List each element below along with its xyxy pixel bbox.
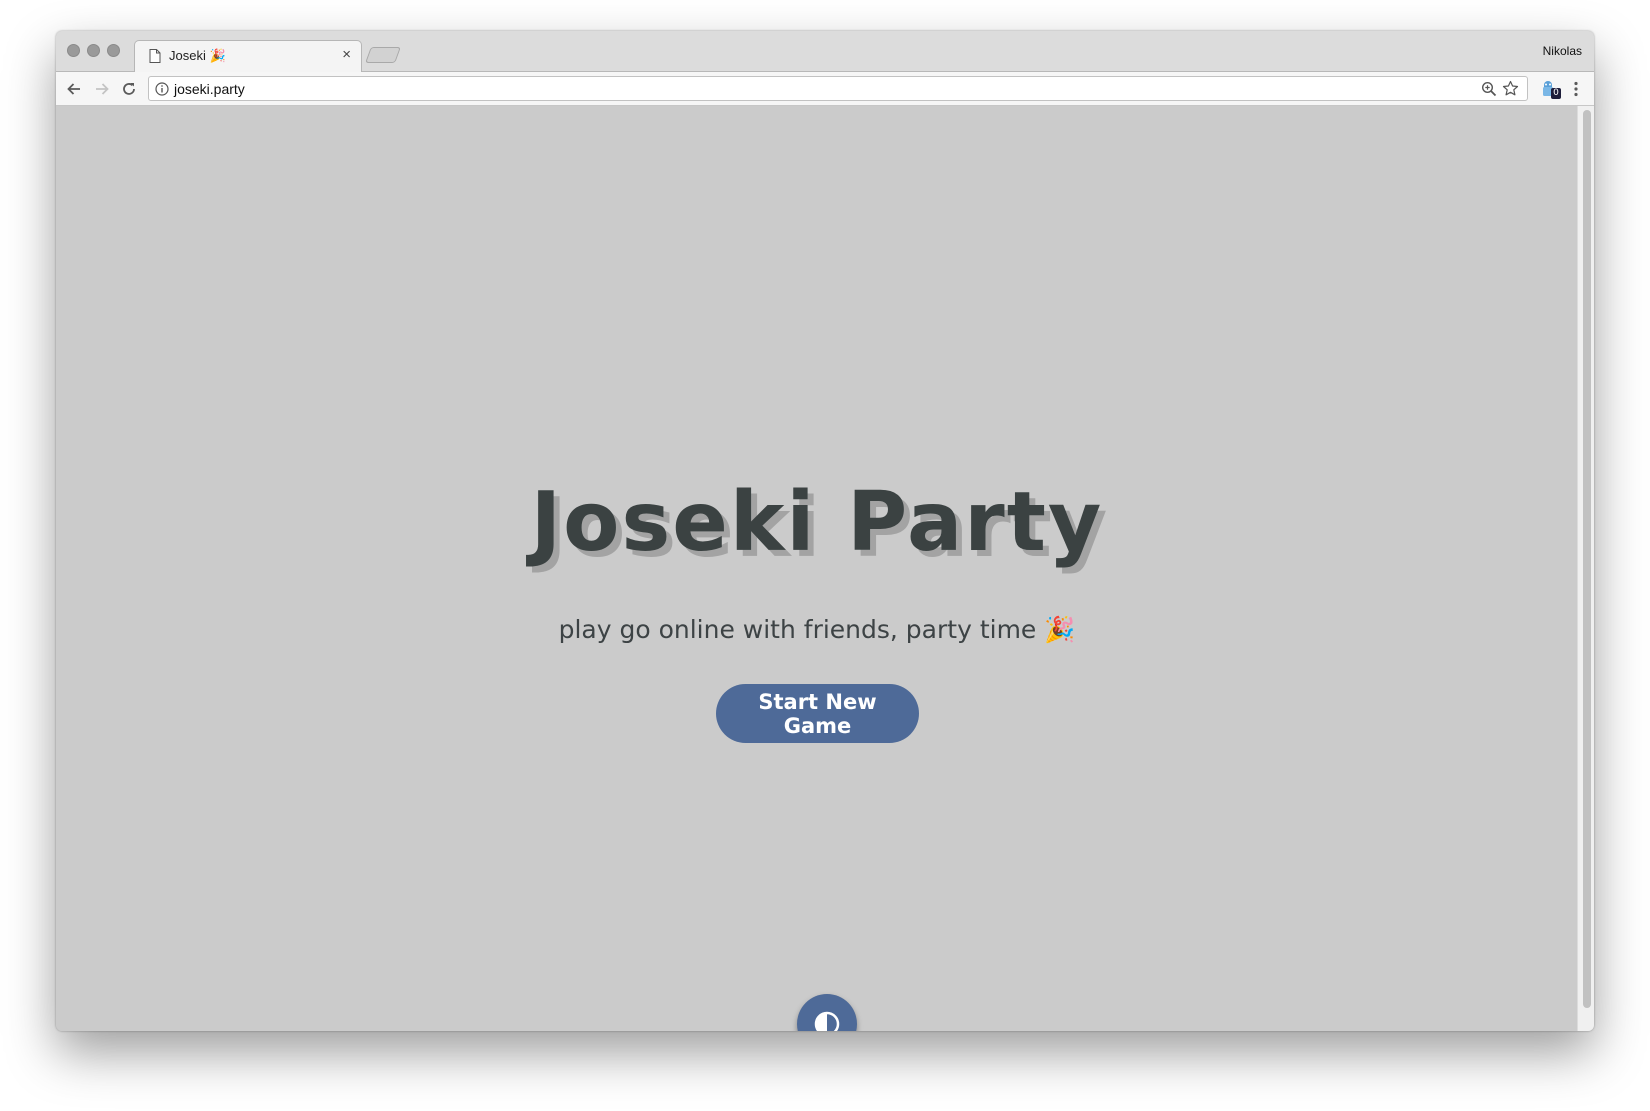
tab-close-icon[interactable]: × — [342, 46, 351, 63]
vertical-scrollbar[interactable] — [1577, 106, 1594, 1031]
window-close-button[interactable] — [67, 44, 80, 57]
info-icon[interactable] — [155, 82, 169, 96]
reload-icon — [123, 83, 135, 95]
page-viewport: Joseki Party play go online with friends… — [56, 106, 1594, 1031]
browser-toolbar: joseki.party 0 — [56, 72, 1594, 106]
browser-window: Joseki 🎉 × Nikolas joseki.party 0 Joseki… — [56, 31, 1594, 1031]
back-button[interactable] — [64, 79, 84, 99]
tab-strip: Joseki 🎉 × Nikolas — [56, 31, 1594, 72]
arrow-left-icon — [67, 83, 80, 95]
extension-badge: 0 — [1551, 88, 1561, 99]
page-subtitle: play go online with friends, party time … — [558, 615, 1076, 644]
window-minimize-button[interactable] — [87, 44, 100, 57]
window-maximize-button[interactable] — [107, 44, 120, 57]
bookmark-star-icon[interactable] — [1502, 80, 1519, 97]
tab-title: Joseki 🎉 — [169, 48, 226, 63]
start-new-game-button[interactable]: Start New Game — [716, 684, 919, 743]
page-title: Joseki Party — [530, 475, 1104, 570]
reload-button[interactable] — [119, 79, 139, 99]
forward-button[interactable] — [92, 79, 112, 99]
profile-name[interactable]: Nikolas — [1543, 44, 1582, 58]
kebab-menu-icon — [1574, 81, 1578, 97]
theme-toggle-button[interactable] — [797, 994, 857, 1031]
extension-button[interactable]: 0 — [1540, 79, 1561, 99]
contrast-icon — [814, 1011, 840, 1031]
address-bar[interactable]: joseki.party — [148, 76, 1528, 101]
scrollbar-thumb[interactable] — [1583, 110, 1591, 1008]
arrow-right-icon — [96, 83, 109, 95]
zoom-icon[interactable] — [1481, 81, 1497, 97]
browser-menu-button[interactable] — [1566, 79, 1586, 99]
page-icon — [149, 49, 161, 63]
tab-joseki[interactable]: Joseki 🎉 × — [134, 40, 362, 72]
new-tab-button[interactable] — [365, 47, 401, 63]
url-text[interactable]: joseki.party — [174, 81, 245, 97]
